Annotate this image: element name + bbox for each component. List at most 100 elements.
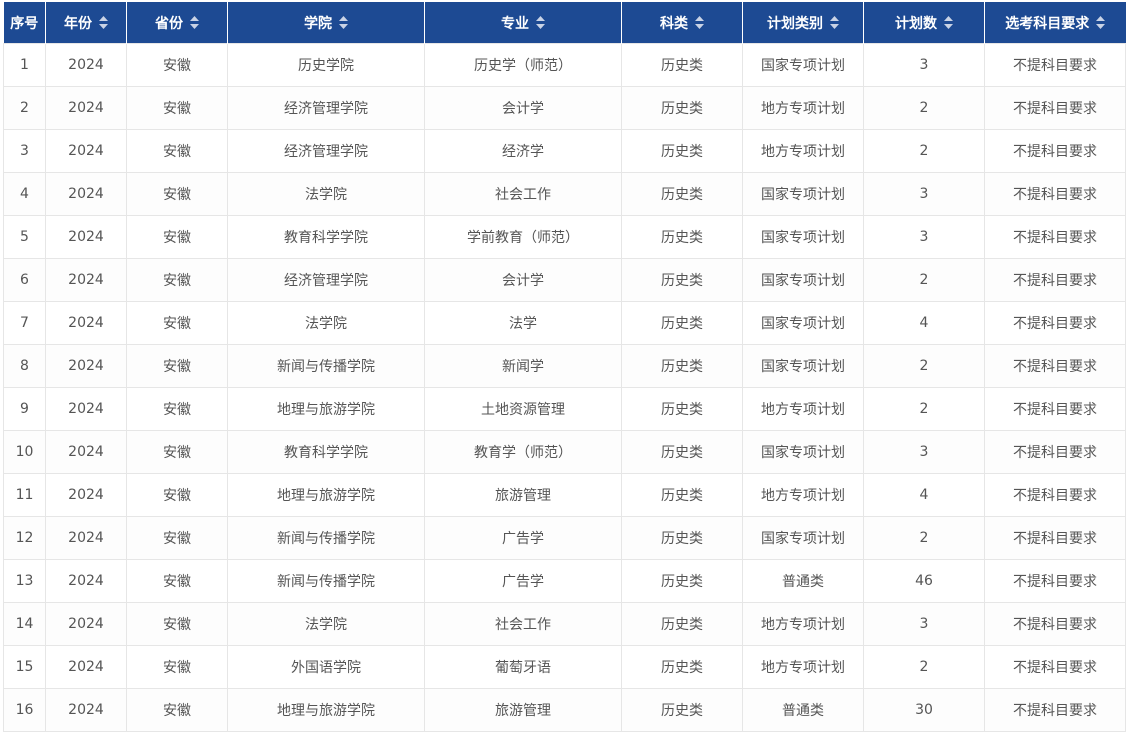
cell-subject-category: 历史类 (621, 516, 743, 560)
cell-plan-category: 国家专项计划 (742, 172, 864, 216)
cell-subject-requirement: 不提科目要求 (984, 645, 1126, 689)
cell-subject-category: 历史类 (621, 387, 743, 431)
cell-subject-requirement: 不提科目要求 (984, 387, 1126, 431)
cell-province: 安徽 (126, 86, 228, 130)
cell-province: 安徽 (126, 473, 228, 517)
cell-year: 2024 (45, 215, 127, 259)
cell-plan-count: 2 (863, 516, 985, 560)
cell-subject-category: 历史类 (621, 258, 743, 302)
cell-subject-requirement: 不提科目要求 (984, 516, 1126, 560)
column-header-college[interactable]: 学院 (227, 2, 425, 44)
cell-year: 2024 (45, 688, 127, 732)
cell-subject-requirement: 不提科目要求 (984, 688, 1126, 732)
table-row: 5 2024 安徽 教育科学学院 学前教育（师范） 历史类 国家专项计划 3 不提科目要求 (3, 215, 1126, 259)
table-row: 9 2024 安徽 地理与旅游学院 土地资源管理 历史类 地方专项计划 2 不提科目要求 (3, 387, 1126, 431)
cell-major: 历史学（师范） (424, 43, 622, 87)
column-header-year[interactable]: 年份 (45, 2, 127, 44)
cell-plan-category: 国家专项计划 (742, 215, 864, 259)
cell-province: 安徽 (126, 301, 228, 345)
cell-subject-requirement: 不提科目要求 (984, 559, 1126, 603)
cell-subject-category: 历史类 (621, 559, 743, 603)
column-header-major[interactable]: 专业 (424, 2, 622, 44)
table-row: 10 2024 安徽 教育科学学院 教育学（师范） 历史类 国家专项计划 3 不提科目要求 (3, 430, 1126, 474)
column-header-province[interactable]: 省份 (126, 2, 228, 44)
cell-major: 广告学 (424, 516, 622, 560)
cell-subject-category: 历史类 (621, 129, 743, 173)
cell-plan-count: 4 (863, 301, 985, 345)
cell-subject-requirement: 不提科目要求 (984, 301, 1126, 345)
cell-subject-category: 历史类 (621, 602, 743, 646)
table-row: 15 2024 安徽 外国语学院 葡萄牙语 历史类 地方专项计划 2 不提科目要求 (3, 645, 1126, 689)
cell-major: 旅游管理 (424, 473, 622, 517)
cell-plan-category: 地方专项计划 (742, 129, 864, 173)
cell-plan-count: 46 (863, 559, 985, 603)
cell-index: 10 (3, 430, 46, 474)
column-header-label: 选考科目要求 (1005, 15, 1090, 32)
cell-index: 15 (3, 645, 46, 689)
sort-icon[interactable] (339, 15, 348, 29)
cell-plan-category: 国家专项计划 (742, 301, 864, 345)
cell-major: 土地资源管理 (424, 387, 622, 431)
cell-plan-count: 3 (863, 602, 985, 646)
cell-year: 2024 (45, 602, 127, 646)
column-header-subject-requirement[interactable]: 选考科目要求 (984, 2, 1126, 44)
column-header-label: 专业 (501, 15, 529, 32)
table-row: 8 2024 安徽 新闻与传播学院 新闻学 历史类 国家专项计划 2 不提科目要求 (3, 344, 1126, 388)
cell-province: 安徽 (126, 215, 228, 259)
cell-college: 地理与旅游学院 (227, 688, 425, 732)
cell-year: 2024 (45, 301, 127, 345)
cell-subject-requirement: 不提科目要求 (984, 172, 1126, 216)
table-row: 13 2024 安徽 新闻与传播学院 广告学 历史类 普通类 46 不提科目要求 (3, 559, 1126, 603)
cell-index: 3 (3, 129, 46, 173)
table-row: 1 2024 安徽 历史学院 历史学（师范） 历史类 国家专项计划 3 不提科目要求 (3, 43, 1126, 87)
cell-plan-category: 普通类 (742, 688, 864, 732)
cell-college: 法学院 (227, 602, 425, 646)
cell-major: 学前教育（师范） (424, 215, 622, 259)
cell-index: 13 (3, 559, 46, 603)
cell-province: 安徽 (126, 172, 228, 216)
cell-major: 社会工作 (424, 172, 622, 216)
table-row: 2 2024 安徽 经济管理学院 会计学 历史类 地方专项计划 2 不提科目要求 (3, 86, 1126, 130)
cell-province: 安徽 (126, 344, 228, 388)
cell-subject-category: 历史类 (621, 473, 743, 517)
column-header-plan-category[interactable]: 计划类别 (742, 2, 864, 44)
cell-subject-category: 历史类 (621, 301, 743, 345)
cell-plan-count: 3 (863, 172, 985, 216)
cell-college: 法学院 (227, 172, 425, 216)
sort-icon[interactable] (190, 15, 199, 29)
cell-major: 法学 (424, 301, 622, 345)
sort-icon[interactable] (99, 15, 108, 29)
column-header-plan-count[interactable]: 计划数 (863, 2, 985, 44)
cell-year: 2024 (45, 258, 127, 302)
table-row: 4 2024 安徽 法学院 社会工作 历史类 国家专项计划 3 不提科目要求 (3, 172, 1126, 216)
sort-icon[interactable] (830, 15, 839, 29)
cell-year: 2024 (45, 129, 127, 173)
cell-subject-category: 历史类 (621, 430, 743, 474)
cell-year: 2024 (45, 559, 127, 603)
cell-subject-requirement: 不提科目要求 (984, 258, 1126, 302)
cell-subject-category: 历史类 (621, 172, 743, 216)
column-header-label: 序号 (10, 15, 39, 32)
header-row: 序号 年份 省份 学院 专业 科类 计划类别 计划数 选考科目要求 (3, 2, 1126, 44)
cell-plan-count: 2 (863, 387, 985, 431)
sort-icon[interactable] (536, 15, 545, 29)
sort-icon[interactable] (695, 15, 704, 29)
cell-college: 教育科学学院 (227, 215, 425, 259)
sort-icon[interactable] (1096, 15, 1106, 29)
cell-subject-requirement: 不提科目要求 (984, 86, 1126, 130)
cell-province: 安徽 (126, 129, 228, 173)
cell-plan-count: 2 (863, 344, 985, 388)
cell-subject-category: 历史类 (621, 645, 743, 689)
cell-subject-category: 历史类 (621, 688, 743, 732)
cell-index: 4 (3, 172, 46, 216)
cell-college: 新闻与传播学院 (227, 516, 425, 560)
cell-year: 2024 (45, 430, 127, 474)
cell-plan-category: 国家专项计划 (742, 258, 864, 302)
cell-plan-count: 2 (863, 129, 985, 173)
column-header-label: 学院 (304, 15, 332, 32)
cell-plan-count: 4 (863, 473, 985, 517)
sort-icon[interactable] (944, 15, 953, 29)
cell-index: 12 (3, 516, 46, 560)
column-header-subject-category[interactable]: 科类 (621, 2, 743, 44)
cell-college: 新闻与传播学院 (227, 344, 425, 388)
